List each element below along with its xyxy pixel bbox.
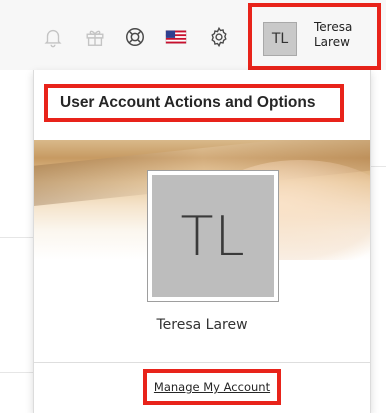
flag-icon[interactable] <box>165 26 187 48</box>
manage-my-account-link[interactable]: Manage My Account <box>154 380 270 394</box>
panel-header: User Account Actions and Options <box>44 84 344 122</box>
user-account-dropdown: User Account Actions and Options TL Tere… <box>33 70 371 413</box>
panel-title: User Account Actions and Options <box>60 94 316 111</box>
gift-icon[interactable] <box>84 26 106 48</box>
avatar-small: TL <box>263 22 297 56</box>
bell-icon[interactable] <box>42 26 64 48</box>
gear-icon[interactable] <box>208 26 230 48</box>
panel-divider <box>34 362 370 363</box>
help-icon[interactable] <box>124 26 146 48</box>
user-name: Teresa Larew <box>314 20 374 50</box>
manage-account-highlight: Manage My Account <box>143 369 281 405</box>
page-divider <box>370 166 386 167</box>
avatar-large: TL <box>148 171 278 301</box>
page-divider <box>0 237 34 238</box>
user-account-button[interactable]: TL Teresa Larew <box>248 3 381 70</box>
user-last-name: Larew <box>314 35 350 49</box>
page-divider <box>0 372 34 373</box>
top-bar: TL Teresa Larew <box>0 0 386 70</box>
user-first-name: Teresa <box>314 20 353 34</box>
profile-full-name: Teresa Larew <box>156 317 248 333</box>
